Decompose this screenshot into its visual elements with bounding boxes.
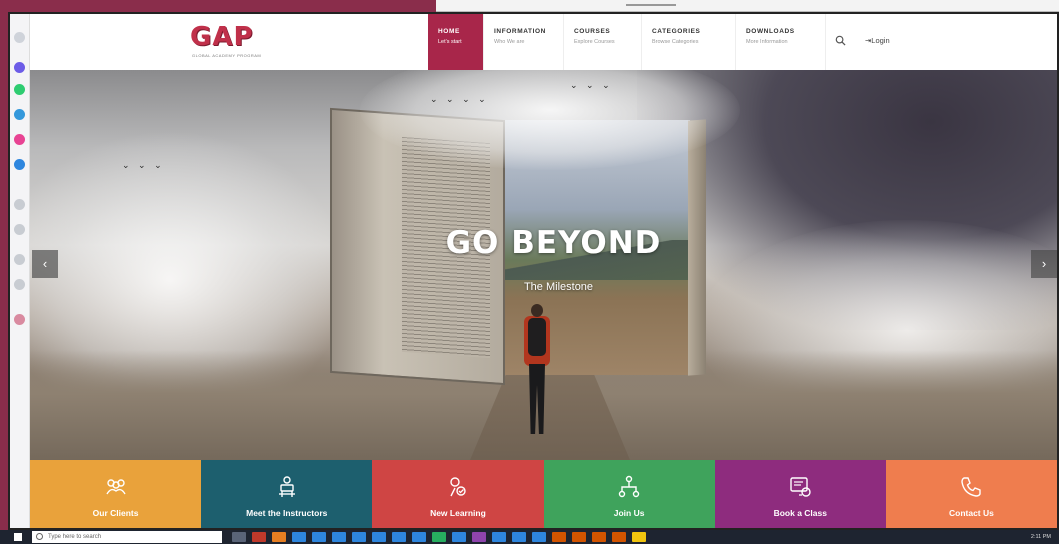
sidebar-instagram-icon[interactable] (14, 134, 25, 145)
sidebar-history-icon[interactable] (14, 199, 25, 210)
phone-icon (961, 477, 982, 497)
tab-indicator (626, 4, 676, 6)
chevron-left-icon: ‹ (42, 256, 48, 271)
taskbar-app-icon[interactable] (432, 532, 446, 542)
sidebar-pin-icon[interactable] (14, 314, 25, 325)
nav-item-categories[interactable]: CATEGORIES Browse Categories (642, 14, 736, 70)
birds-right: ⌄ ⌄ ⌄ (570, 80, 613, 90)
nav-item-courses[interactable]: COURSES Explore Courses (564, 14, 642, 70)
nav-item-downloads[interactable]: DOWNLOADS More Information (736, 14, 826, 70)
sidebar-play-icon[interactable] (14, 224, 25, 235)
taskbar-app-icon[interactable] (492, 532, 506, 542)
desktop-background-strip (0, 0, 430, 12)
taskbar-clock[interactable]: 2:11 PM (1031, 532, 1051, 542)
feature-contact-us[interactable]: Contact Us (885, 460, 1057, 528)
feature-label: Contact Us (949, 508, 994, 518)
browser-sidebar (10, 14, 30, 528)
walker-head (531, 304, 543, 317)
taskbar-app-icon[interactable] (312, 532, 326, 542)
feature-book-class[interactable]: Book a Class (714, 460, 886, 528)
feature-strip: Our Clients Meet the Instructors New Lea… (30, 460, 1057, 528)
walker-legs (529, 364, 545, 434)
logo-tagline: GLOBAL ACADEMY PROGRAM (192, 53, 262, 58)
site-logo[interactable]: GAP (190, 22, 254, 52)
taskbar-app-icon[interactable] (532, 532, 546, 542)
nav-title: CATEGORIES (652, 28, 701, 35)
taskbar-search-box[interactable]: Type here to search (32, 531, 222, 543)
taskbar-app-icon[interactable] (352, 532, 366, 542)
feature-label: Meet the Instructors (246, 508, 328, 518)
birds-center: ⌄ ⌄ ⌄ ⌄ (430, 94, 489, 104)
login-label: Login (871, 36, 890, 45)
feature-label: Book a Class (773, 508, 827, 518)
sidebar-home-icon[interactable] (14, 32, 25, 43)
taskbar-app-icon[interactable] (272, 532, 286, 542)
sidebar-settings-icon[interactable] (14, 279, 25, 290)
taskbar-app-icon[interactable] (372, 532, 386, 542)
taskbar-app-icon[interactable] (572, 532, 586, 542)
feature-label: Our Clients (92, 508, 139, 518)
nav-title: COURSES (574, 28, 611, 35)
nav-title: HOME (438, 28, 460, 35)
taskbar-app-icon[interactable] (472, 532, 486, 542)
instructor-icon (278, 476, 295, 497)
feature-new-learning[interactable]: New Learning (372, 460, 544, 528)
feature-label: Join Us (613, 508, 645, 518)
walker-backpack (528, 318, 546, 356)
hero-title: GO BEYOND (445, 225, 662, 261)
task-view-icon[interactable] (232, 532, 246, 542)
taskbar-app-icon[interactable] (332, 532, 346, 542)
nav-title: INFORMATION (494, 28, 546, 35)
login-button[interactable]: ⇥Login (865, 36, 890, 45)
taskbar-app-icon[interactable] (552, 532, 566, 542)
hero-subtitle: The Milestone (523, 281, 594, 293)
sidebar-messenger-blue-icon[interactable] (14, 159, 25, 170)
search-icon (36, 533, 43, 540)
site-header: GAP GLOBAL ACADEMY PROGRAM HOME Let's st… (30, 14, 1057, 70)
feature-join-us[interactable]: Join Us (543, 460, 715, 528)
feature-our-clients[interactable]: Our Clients (30, 460, 202, 528)
taskbar-apps (232, 532, 646, 542)
browser-window: GAP GLOBAL ACADEMY PROGRAM HOME Let's st… (8, 12, 1059, 530)
feature-label: New Learning (430, 508, 486, 518)
sidebar-clock-icon[interactable] (14, 254, 25, 265)
window-top-strip (436, 0, 1059, 12)
taskbar-app-icon[interactable] (612, 532, 626, 542)
main-nav: HOME Let's start INFORMATION Who We are … (428, 14, 826, 70)
windows-taskbar: Type here to search 2:11 PM (0, 530, 1059, 544)
taskbar-app-icon[interactable] (592, 532, 606, 542)
nav-title: DOWNLOADS (746, 28, 795, 35)
chevron-right-icon: › (1041, 256, 1047, 271)
taskbar-app-icon[interactable] (292, 532, 306, 542)
birds-left: ⌄ ⌄ ⌄ (122, 160, 165, 170)
nav-subtitle: Let's start (438, 39, 462, 45)
slider-prev-button[interactable]: ‹ (32, 250, 58, 278)
taskbar-app-icon[interactable] (512, 532, 526, 542)
windows-start-icon[interactable] (14, 533, 22, 541)
taskbar-app-icon[interactable] (392, 532, 406, 542)
hero-walker-figure (522, 304, 552, 444)
network-icon (618, 475, 640, 498)
search-icon[interactable] (835, 35, 846, 46)
learning-icon (450, 477, 466, 497)
nav-item-information[interactable]: INFORMATION Who We are (484, 14, 564, 70)
taskbar-app-icon[interactable] (452, 532, 466, 542)
taskbar-search-placeholder: Type here to search (48, 534, 102, 540)
nav-subtitle: Who We are (494, 39, 525, 45)
users-icon (105, 479, 126, 495)
slider-next-button[interactable]: › (1031, 250, 1057, 278)
nav-subtitle: More Information (746, 39, 788, 45)
nav-subtitle: Explore Courses (574, 39, 615, 45)
sidebar-telegram-icon[interactable] (14, 109, 25, 120)
taskbar-app-icon[interactable] (252, 532, 266, 542)
sidebar-messenger-icon[interactable] (14, 62, 25, 73)
book-class-icon (790, 477, 811, 497)
hero-slider: ⌄ ⌄ ⌄ ⌄ ⌄ ⌄ ⌄ ⌄ ⌄ ⌄ GO BEYOND The Milest… (30, 70, 1057, 460)
taskbar-app-icon[interactable] (412, 532, 426, 542)
nav-item-home[interactable]: HOME Let's start (428, 14, 484, 70)
sidebar-whatsapp-icon[interactable] (14, 84, 25, 95)
feature-meet-instructors[interactable]: Meet the Instructors (201, 460, 373, 528)
taskbar-app-icon[interactable] (632, 532, 646, 542)
nav-subtitle: Browse Categories (652, 39, 699, 45)
